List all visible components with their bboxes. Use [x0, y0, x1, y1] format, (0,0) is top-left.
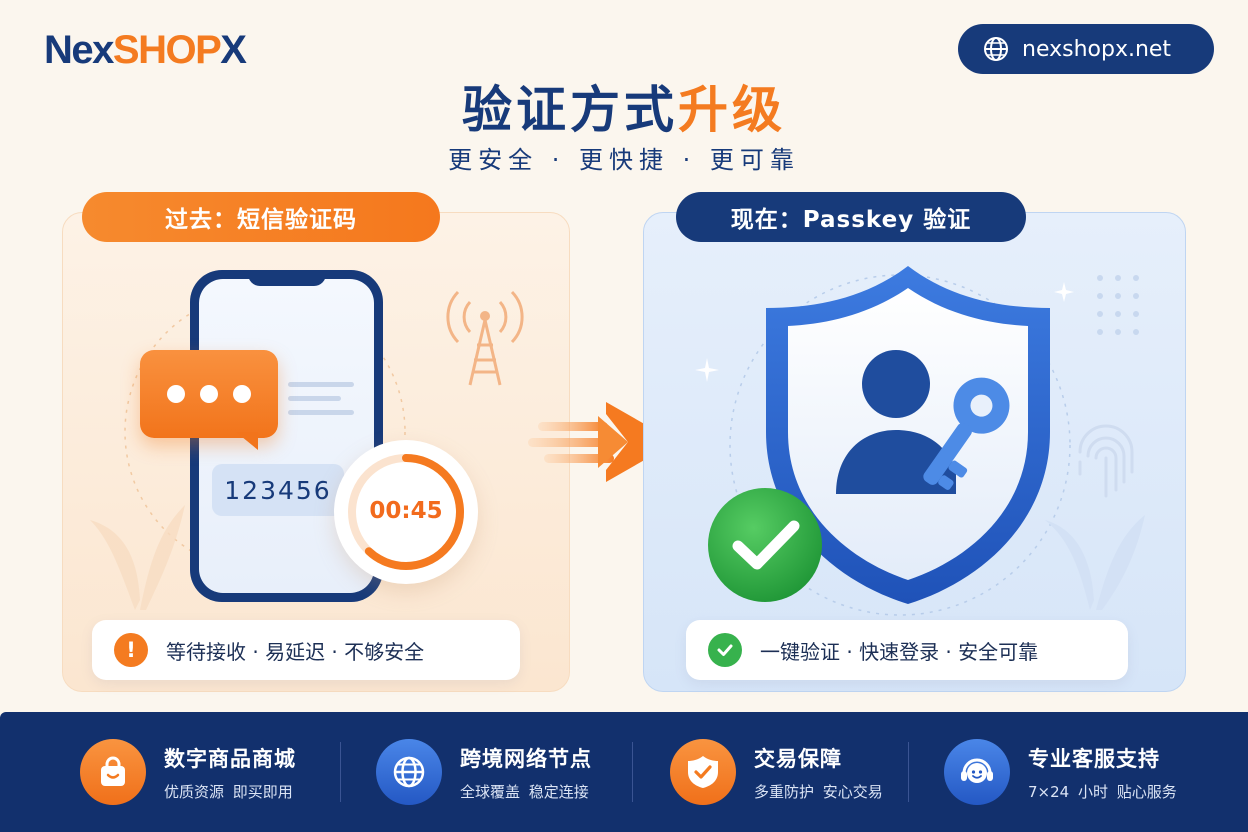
- sparkle-icon: [1054, 282, 1074, 302]
- checkmark-badge-icon: [708, 488, 822, 602]
- dot-grid-decor: [1097, 275, 1139, 335]
- feature-title: 跨境网络节点: [460, 746, 592, 771]
- shopping-bag-icon: [80, 739, 146, 805]
- chat-bubble-icon: [140, 350, 278, 438]
- globe-icon: [376, 739, 442, 805]
- page-title: 验证方式升级: [0, 70, 1248, 142]
- check-circle-icon: [708, 633, 742, 667]
- signal-tower-icon: [446, 290, 524, 386]
- message-line: [288, 382, 354, 387]
- typing-dot: [167, 385, 185, 403]
- page-subtitle: 更安全 · 更快捷 · 更可靠: [448, 146, 800, 174]
- message-line: [288, 396, 341, 401]
- website-url: nexshopx.net: [1022, 36, 1172, 62]
- status-bar-sms: ! 等待接收 · 易延迟 · 不够安全: [92, 620, 520, 680]
- status-text-sms: 等待接收 · 易延迟 · 不够安全: [166, 639, 425, 664]
- divider: [340, 742, 341, 802]
- feature-subtitle: 多重防护 安心交易: [754, 782, 883, 801]
- title-part-2: 升级: [678, 81, 786, 139]
- website-link[interactable]: nexshopx.net: [958, 24, 1214, 74]
- logo-text-nex: Nex: [44, 28, 114, 72]
- feature-item-digital-mall[interactable]: 数字商品商城 优质资源 即买即用: [80, 712, 296, 832]
- feature-title: 数字商品商城: [164, 746, 296, 771]
- logo-text-x: X: [220, 28, 247, 72]
- logo-text-shop: SHOP: [112, 28, 222, 72]
- support-headset-icon: [944, 739, 1010, 805]
- label-past-sms: 过去：短信验证码: [82, 192, 440, 242]
- shield-check-icon: [670, 739, 736, 805]
- status-bar-passkey: 一键验证 · 快速登录 · 安全可靠: [686, 620, 1128, 680]
- message-lines: [288, 382, 354, 424]
- label-now-passkey: 现在：Passkey 验证: [676, 192, 1026, 242]
- globe-icon: [984, 37, 1008, 61]
- feature-title: 交易保障: [754, 746, 842, 771]
- typing-dot: [233, 385, 251, 403]
- title-part-1: 验证方式: [462, 81, 678, 139]
- feature-subtitle: 7×24 小时 贴心服务: [1028, 782, 1177, 801]
- chat-bubble-tail: [236, 432, 258, 450]
- phone-notch: [248, 270, 326, 286]
- typing-dot: [200, 385, 218, 403]
- feature-title: 专业客服支持: [1028, 746, 1160, 771]
- feature-subtitle: 全球覆盖 稳定连接: [460, 782, 589, 801]
- feature-subtitle: 优质资源 即买即用: [164, 782, 293, 801]
- divider: [908, 742, 909, 802]
- countdown-text: 00:45: [369, 498, 443, 524]
- status-text-passkey: 一键验证 · 快速登录 · 安全可靠: [760, 639, 1039, 664]
- sms-code: 123456: [212, 464, 344, 516]
- message-line: [288, 410, 354, 415]
- feature-item-cross-border-network[interactable]: 跨境网络节点 全球覆盖 稳定连接: [376, 712, 592, 832]
- decor-leaf-left-icon: [90, 505, 185, 610]
- sparkle-icon: [695, 358, 719, 382]
- feature-item-customer-support[interactable]: 专业客服支持 7×24 小时 贴心服务: [944, 712, 1177, 832]
- feature-item-transaction-guarantee[interactable]: 交易保障 多重防护 安心交易: [670, 712, 883, 832]
- divider: [632, 742, 633, 802]
- brand-logo[interactable]: NexSHOPX: [44, 28, 247, 73]
- warning-icon: !: [114, 633, 148, 667]
